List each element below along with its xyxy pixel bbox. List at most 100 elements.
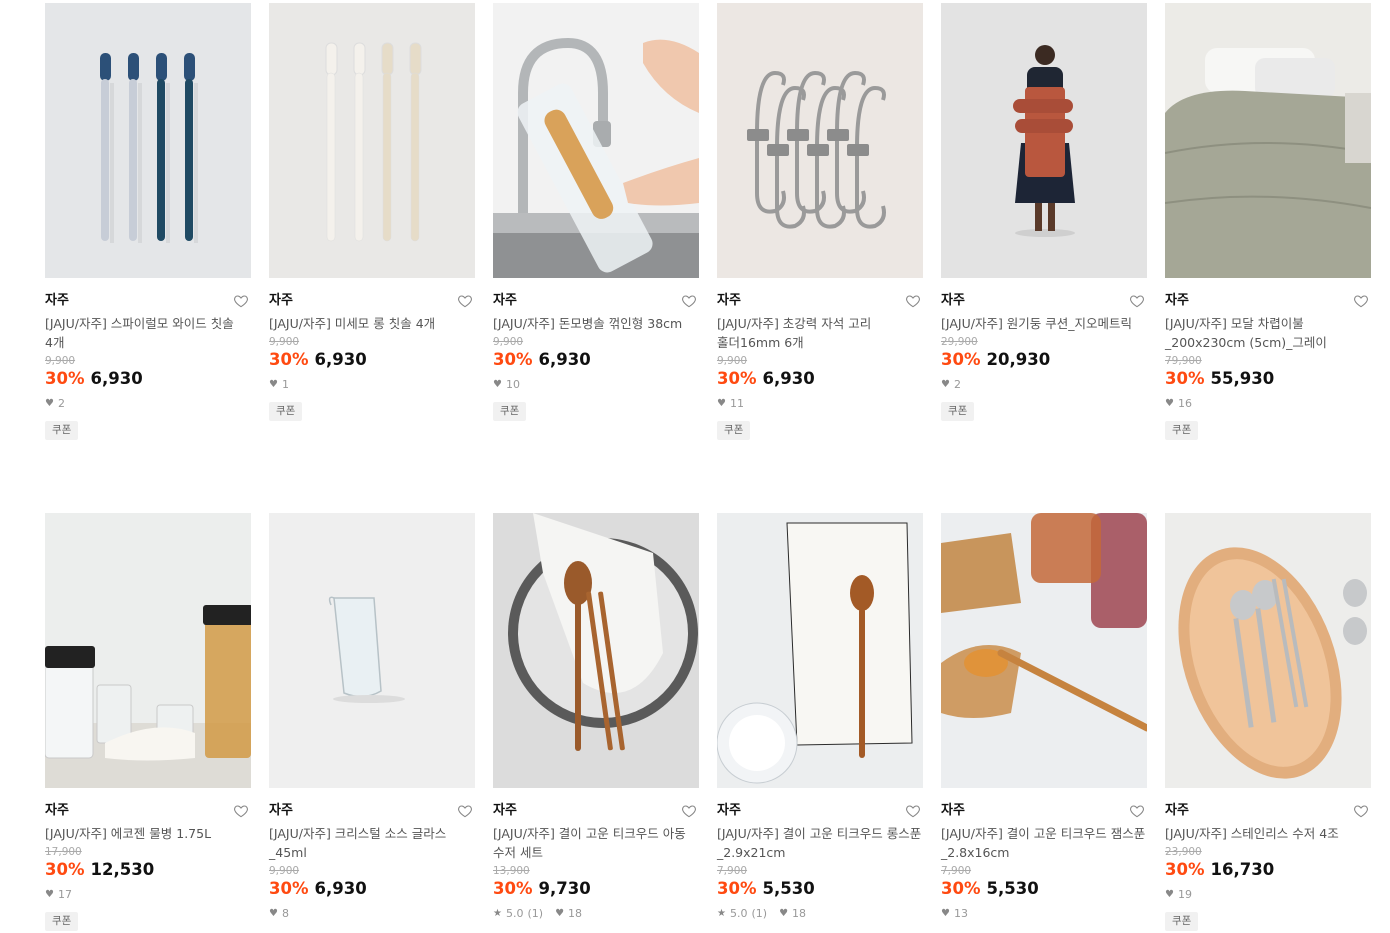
like-count: 16 <box>1177 397 1192 410</box>
product-photo[interactable] <box>45 3 251 278</box>
heart-icon[interactable] <box>905 803 921 819</box>
heart-icon[interactable] <box>1353 803 1369 819</box>
brand-name[interactable]: 자주 <box>269 802 475 820</box>
product-image[interactable] <box>717 513 923 788</box>
sale-price: 6,930 <box>314 879 367 898</box>
product-image[interactable] <box>941 513 1147 788</box>
product-title[interactable]: [JAJU/자주] 에코젠 물병 1.75L <box>45 824 251 843</box>
product-title[interactable]: [JAJU/자주] 미세모 롱 칫솔 4개 <box>269 314 475 333</box>
product-image[interactable] <box>493 513 699 788</box>
coupon-badge: 쿠폰 <box>45 912 79 931</box>
price-line: 30% 6,930 <box>717 368 923 390</box>
heart-icon[interactable] <box>457 803 473 819</box>
product-card-6[interactable]: 자주 [JAJU/자주] 모달 차렵이불 _200x230cm (5cm)_그레… <box>1165 3 1371 440</box>
product-title[interactable]: [JAJU/자주] 원기둥 쿠션_지오메트릭 <box>941 314 1147 333</box>
heart-icon[interactable] <box>1129 803 1145 819</box>
product-card-5[interactable]: 자주 [JAJU/자주] 원기둥 쿠션_지오메트릭 29,900 30% 20,9… <box>941 3 1147 421</box>
product-title[interactable]: [JAJU/자주] 돈모병솔 꺾인형 38cm <box>493 314 699 333</box>
discount-rate: 30% <box>717 879 757 898</box>
product-meta: ♥ 1 <box>269 377 475 393</box>
brand-name[interactable]: 자주 <box>269 292 475 310</box>
original-price: 17,900 <box>45 846 82 858</box>
product-photo[interactable] <box>1165 513 1371 788</box>
product-title[interactable]: [JAJU/자주] 스파이럴모 와이드 칫솔 4개 <box>45 314 251 352</box>
product-card-3[interactable]: 자주 [JAJU/자주] 돈모병솔 꺾인형 38cm 9,900 30% 6,93… <box>493 3 699 421</box>
brand-name[interactable]: 자주 <box>493 802 699 820</box>
like-count: 11 <box>729 397 744 410</box>
product-title[interactable]: [JAJU/자주] 스테인리스 수저 4조 <box>1165 824 1371 843</box>
discount-rate: 30% <box>717 369 757 388</box>
brand-name[interactable]: 자주 <box>941 292 1147 310</box>
product-card-11[interactable]: 자주 [JAJU/자주] 결이 고운 티크우드 잼스푼_2.8x16cm 7,9… <box>941 513 1147 922</box>
heart-icon[interactable] <box>233 803 249 819</box>
product-photo[interactable] <box>941 3 1147 278</box>
product-meta: ♥ 19 <box>1165 887 1371 903</box>
product-info: 자주 [JAJU/자주] 에코젠 물병 1.75L 17,900 30% 12,5… <box>45 788 251 931</box>
product-title[interactable]: [JAJU/자주] 결이 고운 티크우드 롱스푼_2.9x21cm <box>717 824 923 862</box>
product-photo[interactable] <box>1165 3 1371 278</box>
product-card-8[interactable]: 자주 [JAJU/자주] 크리스털 소스 글라스 _45ml 9,900 30%… <box>269 513 475 922</box>
product-image[interactable] <box>269 513 475 788</box>
product-photo[interactable] <box>717 513 923 788</box>
coupon-badge: 쿠폰 <box>45 421 79 440</box>
brand-name[interactable]: 자주 <box>941 802 1147 820</box>
product-card-2[interactable]: 자주 [JAJU/자주] 미세모 롱 칫솔 4개 9,900 30% 6,930 … <box>269 3 475 421</box>
heart-icon[interactable] <box>1129 293 1145 309</box>
brand-name[interactable]: 자주 <box>45 802 251 820</box>
product-card-9[interactable]: 자주 [JAJU/자주] 결이 고운 티크우드 아동 수저 세트 13,900 … <box>493 513 699 922</box>
like-heart-icon: ♥ <box>1165 398 1174 409</box>
badge-slot: 쿠폰 <box>45 903 251 931</box>
product-title[interactable]: [JAJU/자주] 결이 고운 티크우드 잼스푼_2.8x16cm <box>941 824 1147 862</box>
product-card-1[interactable]: 자주 [JAJU/자주] 스파이럴모 와이드 칫솔 4개 9,900 30% 6,… <box>45 3 251 440</box>
like-count: 8 <box>281 907 289 920</box>
brand-name[interactable]: 자주 <box>717 802 923 820</box>
rating-value: 5.0 <box>729 907 748 920</box>
discount-rate: 30% <box>941 879 981 898</box>
product-photo[interactable] <box>269 3 475 278</box>
heart-icon[interactable] <box>457 293 473 309</box>
product-image[interactable] <box>941 3 1147 278</box>
product-card-12[interactable]: 자주 [JAJU/자주] 스테인리스 수저 4조 23,900 30% 16,73… <box>1165 513 1371 931</box>
discount-rate: 30% <box>45 369 85 388</box>
heart-icon[interactable] <box>233 293 249 309</box>
product-photo[interactable] <box>493 3 699 278</box>
heart-icon[interactable] <box>1353 293 1369 309</box>
original-price: 9,900 <box>269 865 300 877</box>
like-count: 18 <box>792 907 807 920</box>
product-photo[interactable] <box>493 513 699 788</box>
like-count: 10 <box>505 378 520 391</box>
original-price: 29,900 <box>941 336 978 348</box>
product-title[interactable]: [JAJU/자주] 초강력 자석 고리 홀더16mm 6개 <box>717 314 923 352</box>
product-image[interactable] <box>269 3 475 278</box>
product-card-4[interactable]: 자주 [JAJU/자주] 초강력 자석 고리 홀더16mm 6개 9,900 3… <box>717 3 923 440</box>
product-photo[interactable] <box>941 513 1147 788</box>
product-photo[interactable] <box>717 3 923 278</box>
original-price: 23,900 <box>1165 846 1202 858</box>
product-card-7[interactable]: 자주 [JAJU/자주] 에코젠 물병 1.75L 17,900 30% 12,5… <box>45 513 251 931</box>
star-icon: ★ <box>717 908 726 919</box>
product-image[interactable] <box>45 3 251 278</box>
product-image[interactable] <box>1165 3 1371 278</box>
heart-icon[interactable] <box>905 293 921 309</box>
product-photo[interactable] <box>45 513 251 788</box>
product-title[interactable]: [JAJU/자주] 크리스털 소스 글라스 _45ml <box>269 824 475 862</box>
product-title[interactable]: [JAJU/자주] 모달 차렵이불 _200x230cm (5cm)_그레이 <box>1165 314 1371 352</box>
brand-name[interactable]: 자주 <box>1165 292 1371 310</box>
brand-name[interactable]: 자주 <box>717 292 923 310</box>
brand-name[interactable]: 자주 <box>1165 802 1371 820</box>
product-photo[interactable] <box>269 513 475 788</box>
sale-price: 6,930 <box>762 369 815 388</box>
review-count: (1) <box>751 907 768 920</box>
product-card-10[interactable]: 자주 [JAJU/자주] 결이 고운 티크우드 롱스푼_2.9x21cm 7,9… <box>717 513 923 922</box>
product-title[interactable]: [JAJU/자주] 결이 고운 티크우드 아동 수저 세트 <box>493 824 699 862</box>
rating-value: 5.0 <box>505 907 524 920</box>
like-heart-icon: ♥ <box>941 908 950 919</box>
brand-name[interactable]: 자주 <box>45 292 251 310</box>
brand-name[interactable]: 자주 <box>493 292 699 310</box>
product-image[interactable] <box>493 3 699 278</box>
product-image[interactable] <box>45 513 251 788</box>
heart-icon[interactable] <box>681 803 697 819</box>
product-image[interactable] <box>1165 513 1371 788</box>
product-image[interactable] <box>717 3 923 278</box>
heart-icon[interactable] <box>681 293 697 309</box>
